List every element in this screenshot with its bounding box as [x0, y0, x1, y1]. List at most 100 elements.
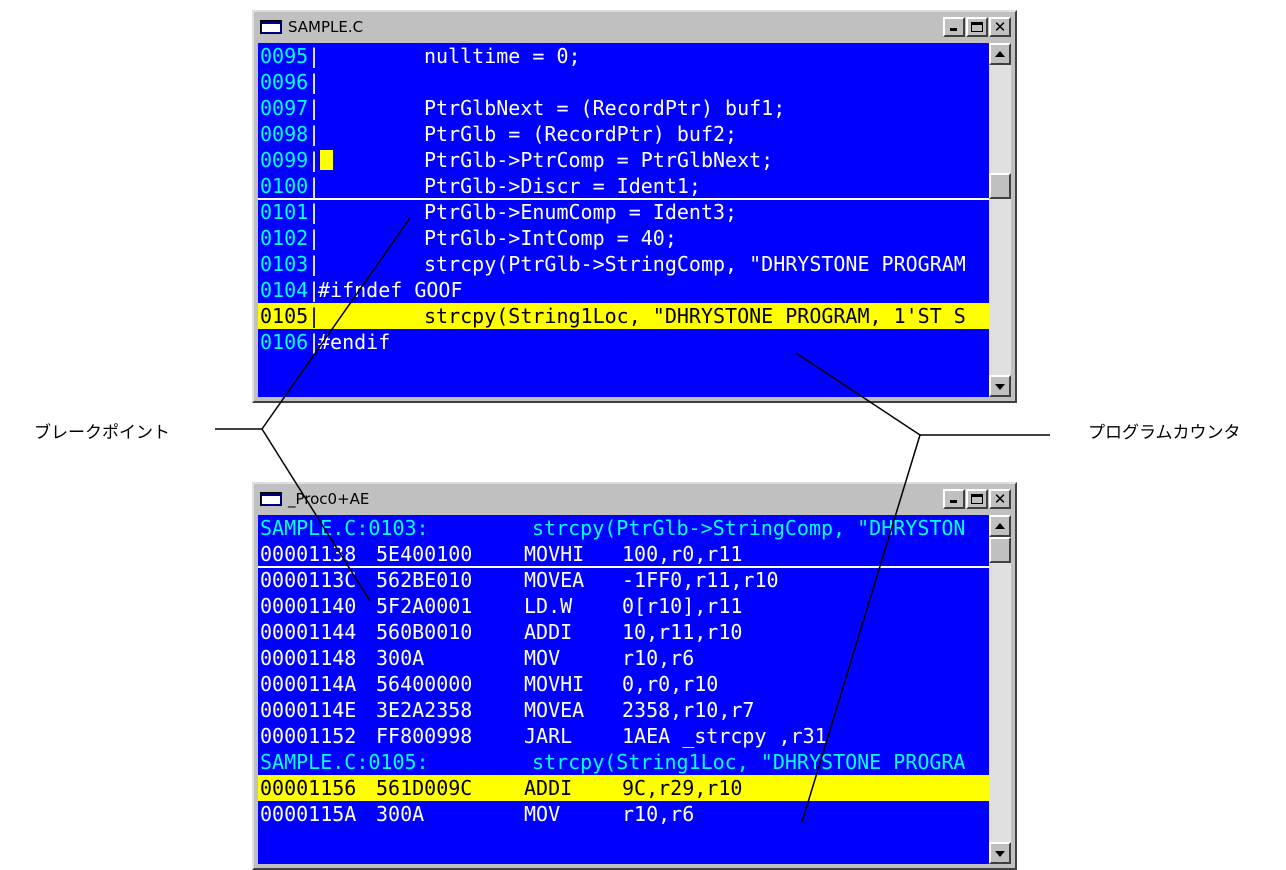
source-line[interactable]: 0101 | PtrGlb->EnumComp = Ident3; [258, 199, 989, 225]
scroll-thumb[interactable] [989, 173, 1011, 199]
mnemonic: ADDI [524, 620, 573, 644]
source-line[interactable]: 0097 | PtrGlbNext = (RecordPtr) buf1; [258, 95, 989, 121]
minimize-button[interactable] [943, 17, 965, 37]
source-code: PtrGlb = (RecordPtr) buf2; [424, 122, 738, 146]
opcode-hex: 560B0010 [376, 620, 473, 644]
opcode-hex: 300A [376, 802, 425, 826]
disassembly-row[interactable]: 0000115A 300A MOV r10,r6 [258, 801, 989, 827]
close-button[interactable]: ✕ [989, 489, 1011, 509]
source-code: PtrGlbNext = (RecordPtr) buf1; [424, 96, 786, 120]
disassembly-row[interactable]: 0000114E 3E2A2358 MOVEA 2358,r10,r7 [258, 697, 989, 723]
source-window: SAMPLE.C ✕ 0095 | nulltime = 0; 0096 | 0097 | P… [252, 10, 1017, 403]
source-line[interactable]: 0104 | #ifndef GOOF [258, 277, 989, 303]
window-icon[interactable] [260, 20, 282, 34]
disassembly-row[interactable]: 0000113C 562BE010 MOVEA -1FF0,r11,r10 [258, 567, 989, 593]
source-line[interactable]: 0102 | PtrGlb->IntComp = 40; [258, 225, 989, 251]
address: 0000114A [260, 672, 357, 696]
line-separator: | [308, 44, 321, 68]
line-separator: | [308, 96, 321, 120]
maximize-icon [971, 22, 983, 32]
source-line[interactable]: 0105 | strcpy(String1Loc, "DHRYSTONE PROGR… [258, 303, 989, 329]
disassembly-view[interactable]: SAMPLE.C:0103: strcpy(PtrGlb->StringComp,… [258, 515, 989, 864]
source-window-titlebar[interactable]: SAMPLE.C ✕ [256, 14, 1013, 40]
operands: r10,r6 [622, 646, 695, 670]
source-reference-code: strcpy(String1Loc, "DHRYSTONE PROGRA [532, 750, 966, 774]
minimize-button[interactable] [943, 489, 965, 509]
disassembly-window-titlebar[interactable]: _Proc0+AE ✕ [256, 486, 1013, 512]
operands: 2358,r10,r7 [622, 698, 755, 722]
line-separator: | [308, 148, 321, 172]
line-separator: | [308, 200, 321, 224]
disassembly-row[interactable]: 0000114A 56400000 MOVHI 0,r0,r10 [258, 671, 989, 697]
source-code: nulltime = 0; [424, 44, 581, 68]
address: 00001148 [260, 646, 357, 670]
scroll-up-button[interactable] [989, 515, 1011, 537]
opcode-hex: 5E400100 [376, 542, 473, 566]
source-reference: SAMPLE.C:0105: [260, 750, 429, 774]
source-line[interactable]: 0096 | [258, 69, 989, 95]
mnemonic: ADDI [524, 776, 573, 800]
mnemonic: MOVHI [524, 542, 585, 566]
line-separator: | [308, 122, 321, 146]
address: 0000113C [260, 568, 357, 592]
source-reference-code: strcpy(PtrGlb->StringComp, "DHRYSTON [532, 516, 966, 540]
breakpoint-annotation: ブレークポイント [34, 423, 170, 443]
disassembly-row[interactable]: 00001140 5F2A0001 LD.W 0[r10],r11 [258, 593, 989, 619]
source-line[interactable]: 0100 | PtrGlb->Discr = Ident1; [258, 173, 989, 199]
line-number: 0102 [260, 226, 309, 250]
source-code: PtrGlb->EnumComp = Ident3; [424, 200, 738, 224]
minimize-icon [950, 500, 957, 503]
disassembly-row[interactable]: 00001148 300A MOV r10,r6 [258, 645, 989, 671]
source-line[interactable]: 0098 | PtrGlb = (RecordPtr) buf2; [258, 121, 989, 147]
window-icon[interactable] [260, 492, 282, 506]
mnemonic: MOVHI [524, 672, 585, 696]
line-separator: | [308, 174, 321, 198]
opcode-hex: 561D009C [376, 776, 473, 800]
maximize-icon [971, 494, 983, 504]
address: 00001138 [260, 542, 357, 566]
close-button[interactable]: ✕ [989, 17, 1011, 37]
line-number: 0101 [260, 200, 309, 224]
mnemonic: JARL [524, 724, 573, 748]
source-line[interactable]: 0099 | PtrGlb->PtrComp = PtrGlbNext; [258, 147, 989, 173]
operands: 0[r10],r11 [622, 594, 743, 618]
disassembly-vertical-scrollbar[interactable] [989, 515, 1011, 864]
address: 0000115A [260, 802, 357, 826]
line-number: 0095 [260, 44, 309, 68]
source-line[interactable]: 0103 | strcpy(PtrGlb->StringComp, "DHRYSTO… [258, 251, 989, 277]
line-number: 0100 [260, 174, 309, 198]
source-line[interactable]: 0106 | #endif [258, 329, 989, 355]
source-vertical-scrollbar[interactable] [989, 43, 1011, 397]
breakpoint-marker[interactable] [320, 150, 333, 170]
scroll-up-button[interactable] [989, 43, 1011, 65]
source-code: PtrGlb->PtrComp = PtrGlbNext; [424, 148, 774, 172]
scroll-down-button[interactable] [989, 842, 1011, 864]
line-number: 0106 [260, 330, 309, 354]
source-line[interactable]: 0095 | nulltime = 0; [258, 43, 989, 69]
mnemonic: MOVEA [524, 568, 585, 592]
operands: 10,r11,r10 [622, 620, 743, 644]
maximize-button[interactable] [966, 17, 988, 37]
address: 00001156 [260, 776, 357, 800]
maximize-button[interactable] [966, 489, 988, 509]
disassembly-row[interactable]: 00001152 FF800998 JARL 1AEA _strcpy ,r31 [258, 723, 989, 749]
source-reference-row[interactable]: SAMPLE.C:0105: strcpy(String1Loc, "DHRYST… [258, 749, 989, 775]
address: 00001144 [260, 620, 357, 644]
scroll-down-button[interactable] [989, 375, 1011, 397]
source-code: #ifndef GOOF [318, 278, 463, 302]
address: 00001152 [260, 724, 357, 748]
scope-divider [258, 566, 989, 568]
line-separator: | [308, 252, 321, 276]
disassembly-row[interactable]: 00001156 561D009C ADDI 9C,r29,r10 [258, 775, 989, 801]
source-reference: SAMPLE.C:0103: [260, 516, 429, 540]
disassembly-window-title: _Proc0+AE [288, 490, 370, 508]
disassembly-window: _Proc0+AE ✕ SAMPLE.C:0103: strcpy(PtrGlb-… [252, 482, 1017, 870]
source-code: PtrGlb->Discr = Ident1; [424, 174, 701, 198]
scroll-thumb[interactable] [989, 537, 1011, 563]
opcode-hex: FF800998 [376, 724, 473, 748]
line-number: 0099 [260, 148, 309, 172]
source-code-view[interactable]: 0095 | nulltime = 0; 0096 | 0097 | PtrGlbNext =… [258, 43, 989, 397]
source-reference-row[interactable]: SAMPLE.C:0103: strcpy(PtrGlb->StringComp,… [258, 515, 989, 541]
disassembly-row[interactable]: 00001144 560B0010 ADDI 10,r11,r10 [258, 619, 989, 645]
disassembly-row[interactable]: 00001138 5E400100 MOVHI 100,r0,r11 [258, 541, 989, 567]
